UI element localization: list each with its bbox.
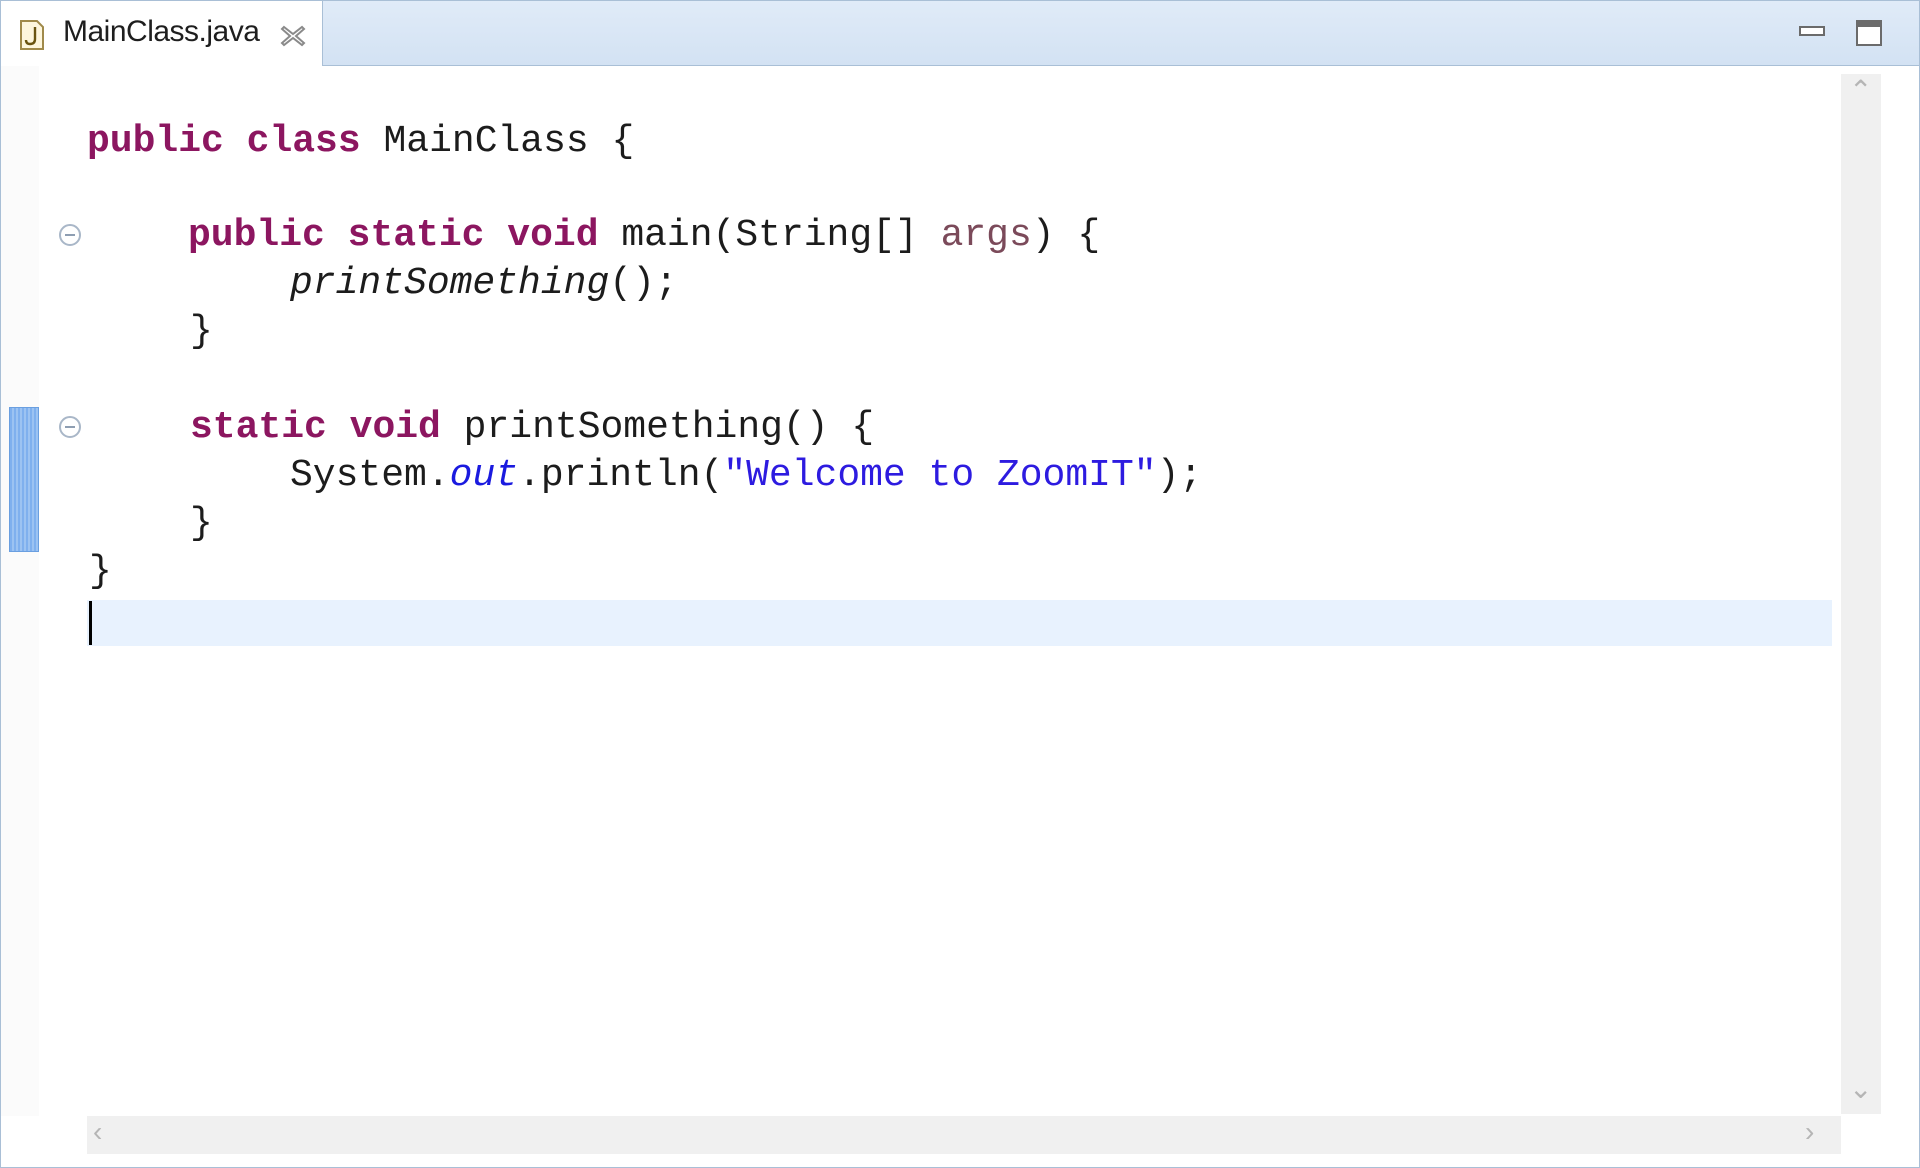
code-line: public class MainClass { xyxy=(87,118,634,166)
code-token: .println( xyxy=(518,454,724,497)
tab-label: MainClass.java xyxy=(63,15,260,48)
java-file-icon xyxy=(20,20,44,50)
editor-tab-bar: MainClass.java xyxy=(1,1,1919,67)
close-icon[interactable] xyxy=(277,21,309,51)
keyword: public xyxy=(188,214,325,257)
horizontal-scrollbar[interactable]: ‹ › xyxy=(87,1116,1841,1154)
keyword: void xyxy=(349,406,441,449)
editor-window: MainClass.java public class MainClass { … xyxy=(0,0,1920,1168)
keyword: public xyxy=(87,120,224,163)
chevron-right-icon[interactable]: › xyxy=(1805,1116,1814,1148)
static-field: out xyxy=(449,454,519,497)
method-call: printSomething xyxy=(290,262,610,305)
line-gutter xyxy=(39,66,83,1116)
chevron-left-icon[interactable]: ‹ xyxy=(93,1116,102,1148)
string-literal: "Welcome to ZoomIT" xyxy=(723,454,1157,497)
minimize-icon[interactable] xyxy=(1796,15,1830,49)
overview-ruler xyxy=(1,66,39,1116)
maximize-icon[interactable] xyxy=(1853,15,1887,49)
code-token: ) { xyxy=(1031,214,1101,257)
code-token: (); xyxy=(609,262,678,305)
tab-mainclass-java[interactable]: MainClass.java xyxy=(1,1,323,67)
keyword: void xyxy=(507,214,599,257)
fold-collapse-icon[interactable] xyxy=(59,224,81,246)
keyword: static xyxy=(190,406,327,449)
quick-diff-change-marker[interactable] xyxy=(9,407,39,552)
code-line: static void printSomething() { xyxy=(190,404,874,452)
code-editor[interactable]: public class MainClass { public static v… xyxy=(1,66,1919,1167)
code-line: } xyxy=(190,500,213,548)
code-token: main(String[] xyxy=(621,214,918,257)
code-token: System. xyxy=(290,454,450,497)
vertical-scrollbar[interactable]: ⌃ ⌄ xyxy=(1841,74,1881,1114)
keyword: class xyxy=(246,120,361,163)
parameter: args xyxy=(940,214,1032,257)
code-token: } xyxy=(89,550,112,593)
chevron-up-icon[interactable]: ⌃ xyxy=(1849,74,1872,107)
chevron-down-icon[interactable]: ⌄ xyxy=(1849,1072,1872,1105)
code-token: printSomething() { xyxy=(463,406,875,449)
keyword: static xyxy=(347,214,485,257)
code-token: ); xyxy=(1156,454,1203,497)
code-line: } xyxy=(89,548,112,596)
text-caret xyxy=(89,601,92,645)
code-line: public static void main(String[] args) { xyxy=(188,212,1100,260)
code-text[interactable]: public class MainClass { public static v… xyxy=(87,66,1837,1106)
code-line: System.out.println("Welcome to ZoomIT"); xyxy=(290,452,1202,500)
code-line: } xyxy=(190,308,213,356)
code-token: } xyxy=(190,502,213,545)
code-token: MainClass { xyxy=(383,120,635,163)
code-token: } xyxy=(190,310,213,353)
fold-collapse-icon[interactable] xyxy=(59,416,81,438)
code-line: printSomething(); xyxy=(290,260,678,308)
